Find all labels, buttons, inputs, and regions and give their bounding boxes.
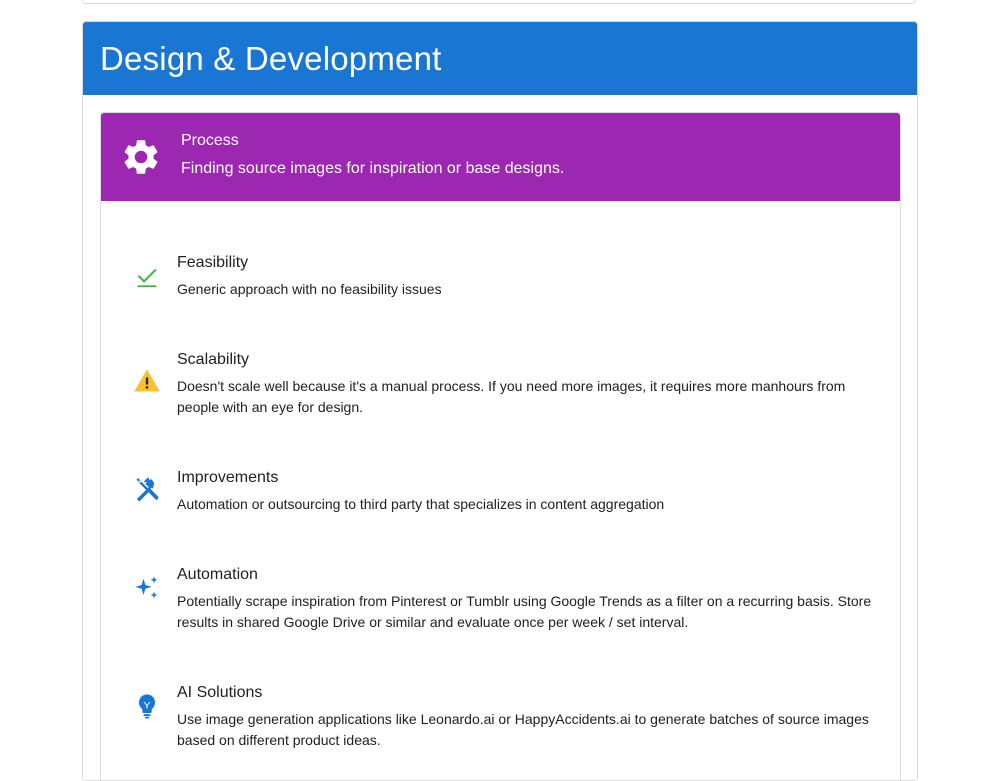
sparkle-icon (135, 576, 158, 599)
process-subtitle: Finding source images for inspiration or… (181, 160, 565, 177)
lightbulb-icon (138, 694, 156, 719)
section-title: Design & Development (100, 39, 442, 77)
item-description: Generic approach with no feasibility iss… (177, 281, 442, 297)
item-title: Feasibility (177, 254, 249, 271)
item-description: Automation or outsourcing to third party… (177, 496, 665, 512)
design-development-card: Design & Development Process Finding sou… (82, 21, 918, 781)
tools-icon (136, 477, 159, 502)
section-header: Design & Development (83, 22, 917, 95)
item-description: Doesn't scale well because it's a manual… (177, 378, 846, 415)
previous-card (82, 0, 916, 4)
warning-icon (134, 369, 160, 392)
item-title: Improvements (177, 469, 279, 486)
process-title: Process (181, 132, 239, 149)
item-description: Use image generation applications like L… (177, 711, 869, 748)
item-title: Automation (177, 566, 258, 583)
process-card: Process Finding source images for inspir… (100, 112, 901, 780)
item-title: AI Solutions (177, 684, 263, 701)
item-description: Potentially scrape inspiration from Pint… (177, 593, 872, 630)
gear-icon (124, 140, 158, 174)
item-title: Scalability (177, 351, 250, 368)
check-icon (137, 268, 157, 288)
process-header: Process Finding source images for inspir… (101, 113, 900, 201)
